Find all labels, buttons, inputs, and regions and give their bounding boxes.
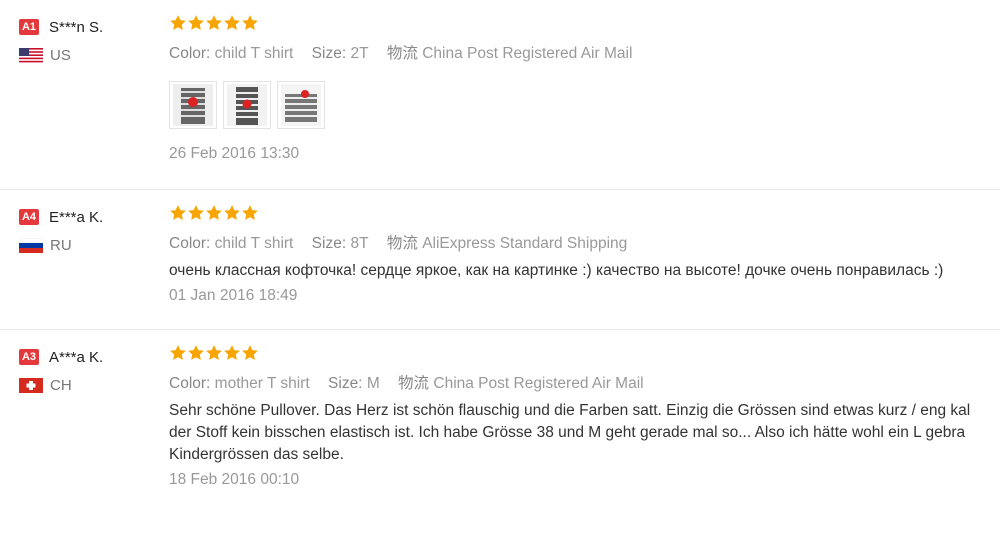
logistics-label: 物流	[398, 374, 430, 392]
review-photo-thumbnail[interactable]	[169, 81, 217, 129]
review-item: A3 A***a K. CH Color: mother T shirt Siz…	[0, 330, 1000, 552]
color-value: child T shirt	[214, 235, 294, 252]
color-label: Color:	[169, 45, 211, 62]
reviewer-name: S***n S.	[49, 18, 104, 36]
order-info: Color: child T shirt Size: 8T 物流 AliExpr…	[169, 231, 1000, 253]
color-label: Color:	[169, 235, 211, 252]
star-rating	[169, 14, 1000, 36]
star-rating	[169, 344, 1000, 366]
ru-flag-icon	[18, 237, 44, 253]
level-badge: A4	[19, 209, 39, 225]
size-label: Size:	[311, 235, 347, 252]
size-label: Size:	[328, 375, 363, 392]
size-value: 8T	[350, 235, 369, 252]
review-photo-thumbnail[interactable]	[223, 81, 271, 129]
reviewer-info: A4 E***a K. RU	[18, 207, 164, 254]
star-rating	[169, 204, 1000, 226]
level-badge: A3	[19, 349, 39, 365]
country-code: US	[50, 47, 71, 64]
size-label: Size:	[311, 45, 347, 62]
order-info: Color: child T shirt Size: 2T 物流 China P…	[169, 41, 1000, 63]
reviewer-name: E***a K.	[49, 208, 104, 226]
logistics-label: 物流	[386, 234, 418, 252]
reviewer-name: A***a K.	[49, 348, 104, 366]
review-item: A1 S***n S. US Color: child T shirt Size…	[0, 0, 1000, 190]
ch-flag-icon	[19, 378, 43, 393]
us-flag-icon	[19, 48, 43, 63]
review-content: Color: child T shirt Size: 8T 物流 AliExpr…	[169, 204, 1000, 305]
color-value: mother T shirt	[214, 375, 310, 392]
size-value: M	[366, 375, 380, 392]
review-text-line: Sehr schöne Pullover. Das Herz ist schön…	[169, 402, 971, 419]
review-content: Color: child T shirt Size: 2T 物流 China P…	[169, 14, 1000, 163]
size-value: 2T	[350, 45, 369, 62]
color-label: Color:	[169, 375, 211, 392]
review-date: 26 Feb 2016 13:30	[169, 145, 300, 162]
reviewer-info: A3 A***a K. CH	[19, 347, 164, 394]
review-photo-thumbnail[interactable]	[277, 81, 325, 129]
review-date: 01 Jan 2016 18:49	[169, 287, 298, 304]
review-content: Color: mother T shirt Size: M 物流 China P…	[169, 344, 1000, 489]
review-text: очень классная кофточка! сердце яркое, к…	[169, 262, 944, 279]
review-date: 18 Feb 2016 00:10	[169, 471, 300, 488]
review-text: Sehr schöne Pullover. Das Herz ist schön…	[169, 400, 1000, 466]
reviewer-info: A1 S***n S. US	[19, 17, 164, 64]
level-badge: A1	[19, 19, 39, 35]
color-value: child T shirt	[214, 45, 294, 62]
review-text-line: Kindergrössen das selbe.	[169, 446, 344, 463]
logistics-value: AliExpress Standard Shipping	[422, 235, 628, 252]
review-photos	[169, 81, 1000, 129]
review-item: A4 E***a K. RU Color: child T shirt Size…	[0, 190, 1000, 330]
order-info: Color: mother T shirt Size: M 物流 China P…	[169, 371, 1000, 393]
review-text-line: der Stoff kein bisschen elastisch ist. I…	[169, 424, 966, 441]
logistics-label: 物流	[386, 44, 418, 62]
country-code: RU	[50, 237, 72, 254]
country-code: CH	[50, 377, 72, 394]
logistics-value: China Post Registered Air Mail	[433, 375, 644, 392]
logistics-value: China Post Registered Air Mail	[422, 45, 633, 62]
